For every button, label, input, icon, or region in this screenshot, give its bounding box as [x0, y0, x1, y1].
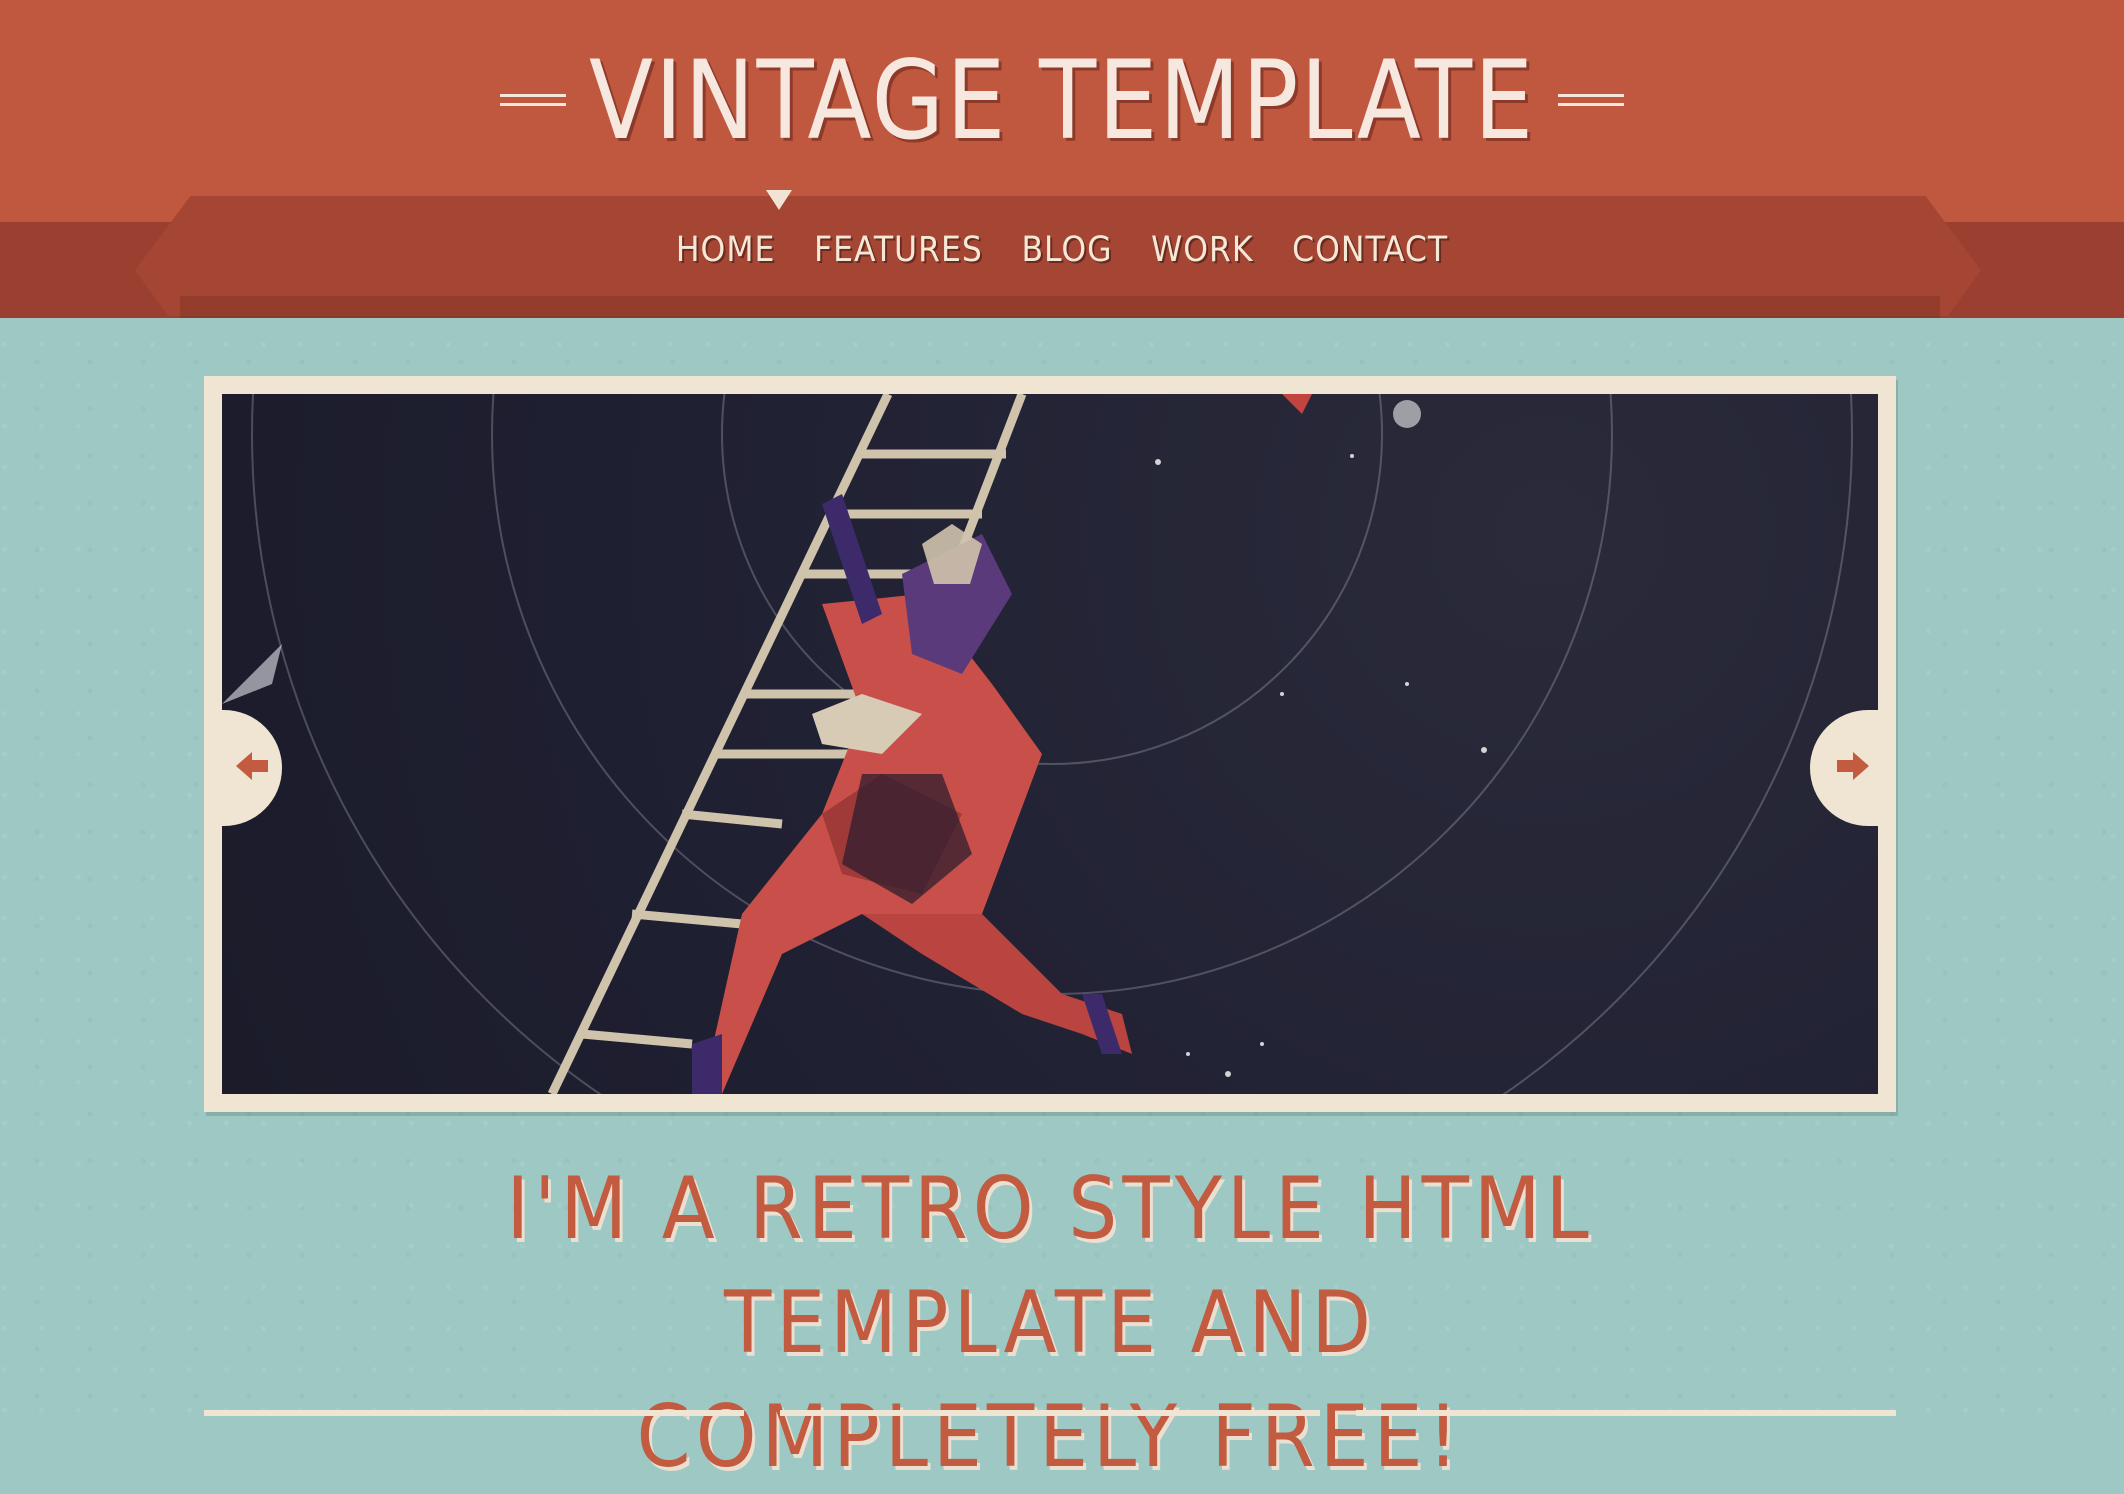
- main-nav: HOME FEATURES BLOG WORK CONTACT: [0, 230, 2124, 270]
- nav-item-home[interactable]: HOME: [676, 230, 776, 270]
- active-nav-indicator-icon: [766, 190, 792, 210]
- arrow-left-icon: [236, 748, 268, 789]
- feature-columns: [204, 1410, 1896, 1416]
- nav-item-features[interactable]: FEATURES: [814, 230, 983, 270]
- site-title[interactable]: VINTAGE TEMPLATE: [589, 37, 1535, 163]
- tagline-line-1: I'M A RETRO STYLE HTML TEMPLATE AND: [506, 1159, 1594, 1373]
- title-wrap: VINTAGE TEMPLATE: [0, 37, 2124, 163]
- tagline-line-2: COMPLETELY FREE!: [636, 1387, 1464, 1487]
- feature-column-1: [204, 1410, 744, 1416]
- feature-column-2: [780, 1410, 1320, 1416]
- site-header: VINTAGE TEMPLATE HOME FEATURES BLOG WORK…: [0, 0, 2124, 318]
- title-rule-left: [500, 94, 567, 106]
- feature-column-3: [1356, 1410, 1896, 1416]
- title-rule-right: [1557, 94, 1624, 106]
- nav-item-blog[interactable]: BLOG: [1021, 230, 1112, 270]
- slide-illustration: [222, 394, 1853, 1094]
- ribbon-shadow: [180, 296, 1940, 318]
- nav-item-work[interactable]: WORK: [1151, 230, 1253, 270]
- nav-item-contact[interactable]: CONTACT: [1292, 230, 1448, 270]
- image-slider: [204, 376, 1896, 1112]
- arrow-right-icon: [1837, 748, 1869, 789]
- slide-image: [222, 394, 1878, 1094]
- tagline-heading: I'M A RETRO STYLE HTML TEMPLATE AND COMP…: [300, 1152, 1800, 1494]
